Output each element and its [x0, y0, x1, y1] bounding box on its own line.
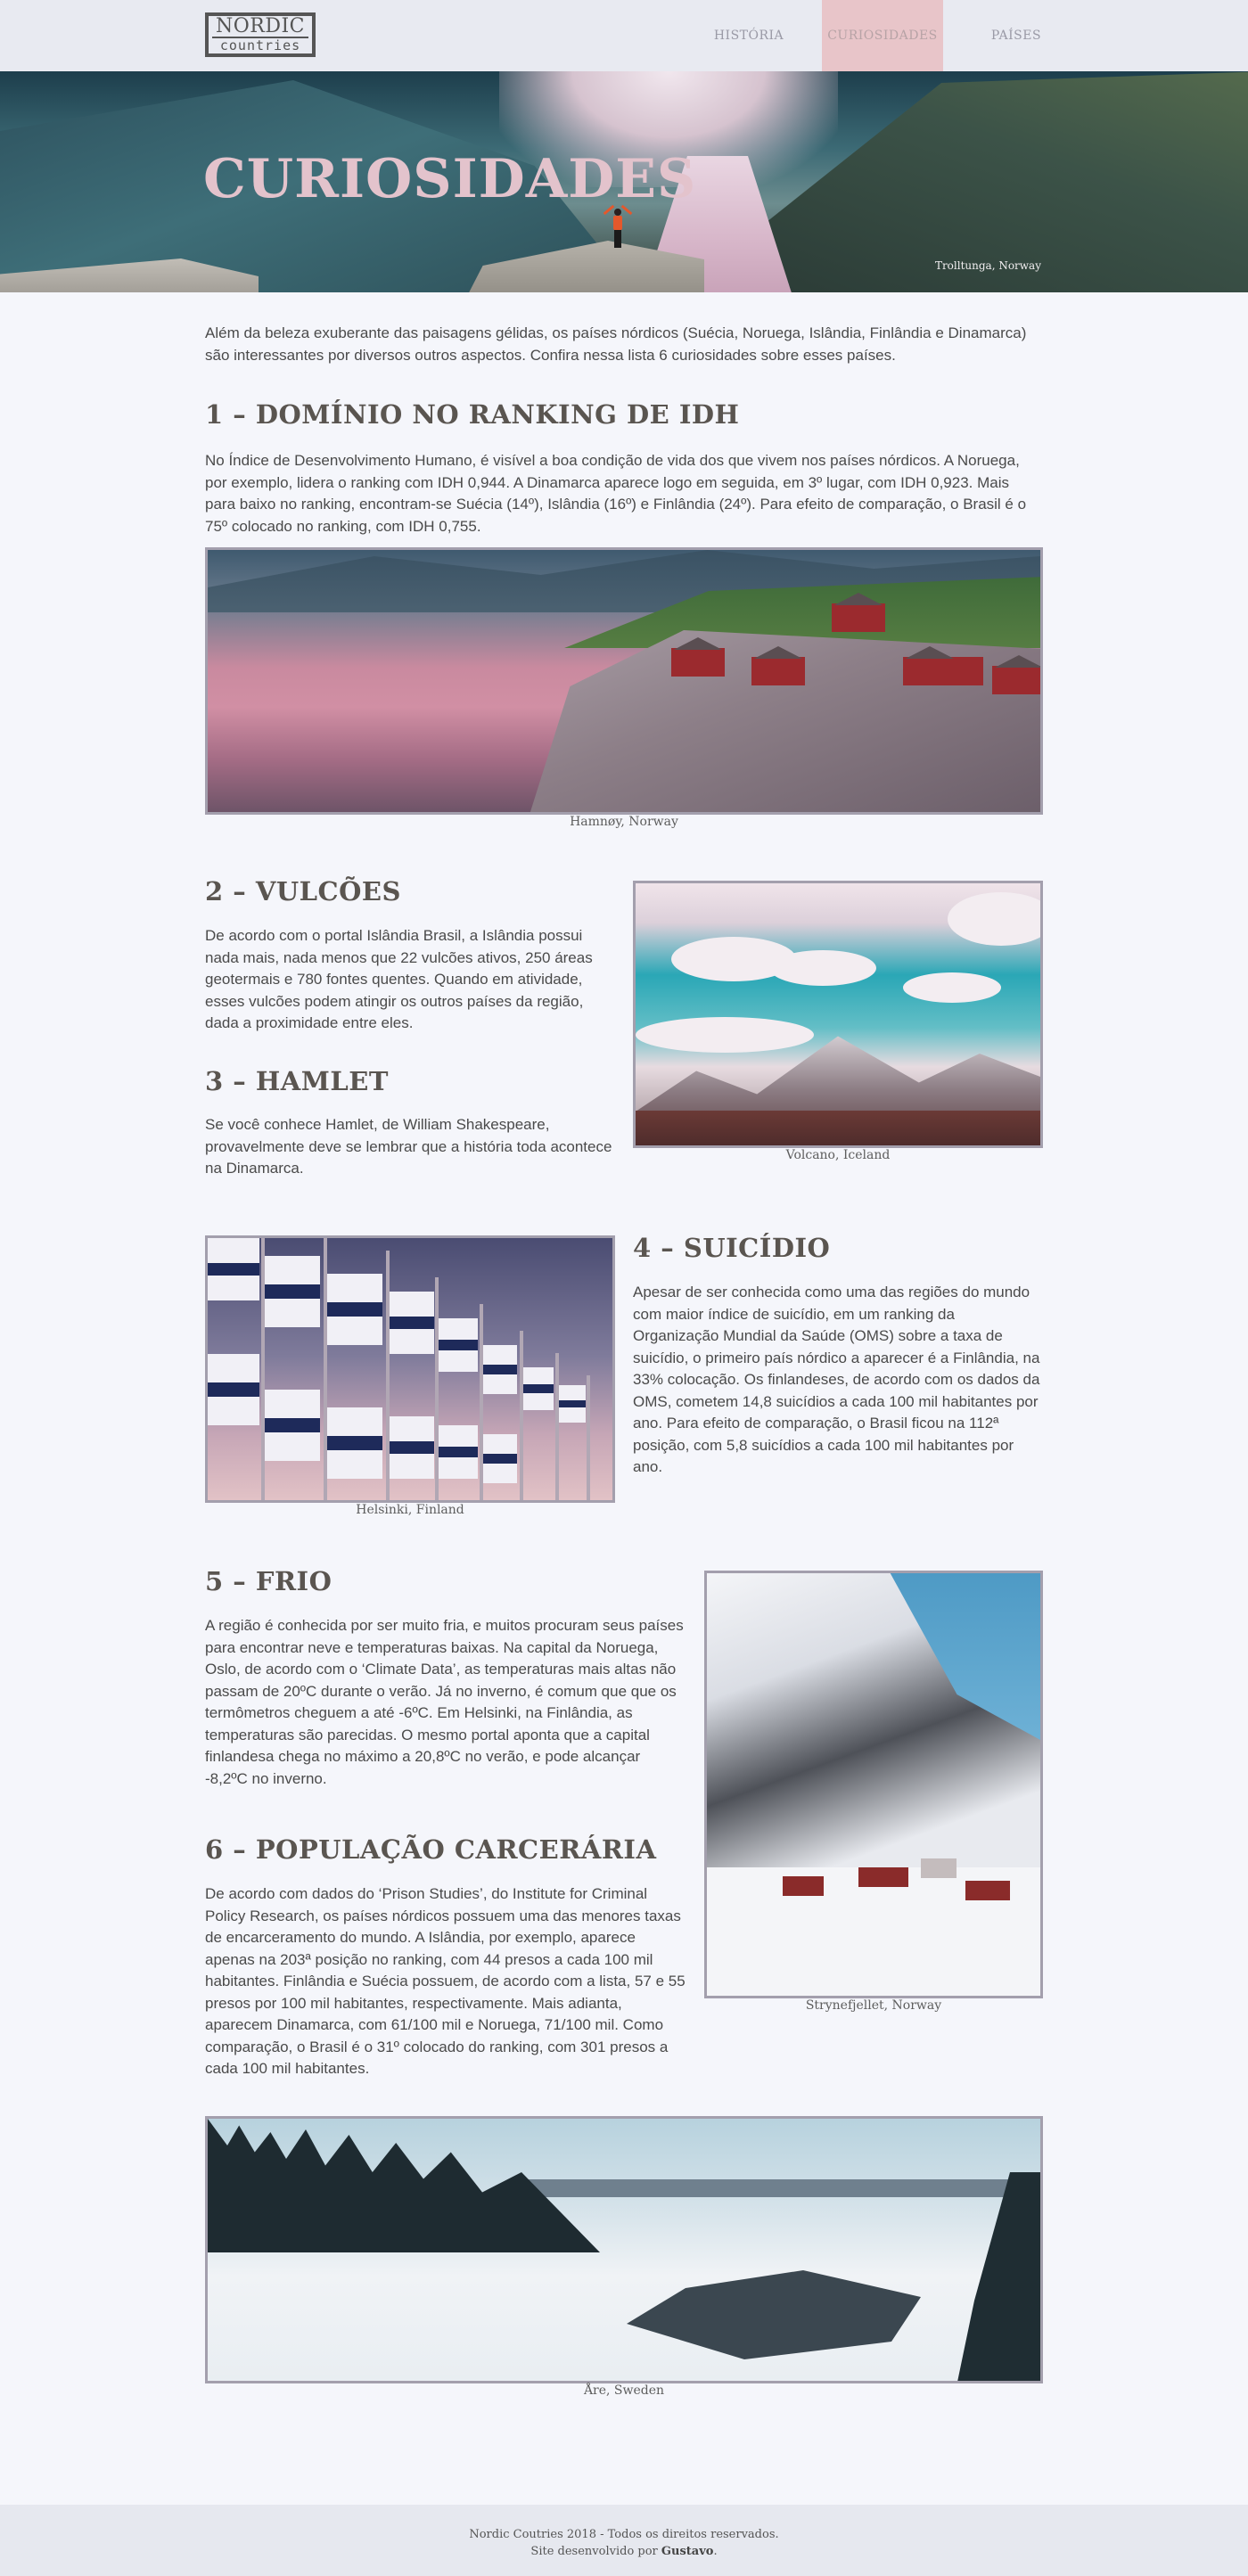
- section-3-text: Se você conhece Hamlet, de William Shake…: [205, 1116, 612, 1177]
- nav-historia[interactable]: HISTÓRIA: [691, 0, 807, 71]
- footer-credit-prefix: Site desenvolvido por: [530, 2545, 661, 2558]
- intro-text: Além da beleza exuberante das paisagens …: [205, 324, 1027, 364]
- page-title: CURIOSIDADES: [203, 148, 697, 210]
- section-6-title: 6 – POPULAÇÃO CARCERÁRIA: [205, 1834, 657, 1865]
- section-1-title: 1 – DOMÍNIO NO RANKING DE IDH: [205, 399, 740, 430]
- section-5-text: A região é conhecida por ser muito fria,…: [205, 1617, 684, 1787]
- section-2-text: De acordo com o portal Islândia Brasil, …: [205, 927, 593, 1031]
- section-4-title: 4 – SUICÍDIO: [633, 1233, 831, 1263]
- hero-caption: Trolltunga, Norway: [934, 259, 1041, 272]
- hero-banner: CURIOSIDADES Trolltunga, Norway: [0, 71, 1248, 292]
- nav-paises[interactable]: PAÍSES: [958, 0, 1074, 71]
- section-2-title: 2 – VULCÕES: [205, 876, 401, 907]
- caption-are: Åre, Sweden: [583, 2383, 665, 2398]
- caption-flags: Helsinki, Finland: [356, 1503, 464, 1517]
- image-volcano: [633, 881, 1043, 1148]
- logo-line1: NORDIC: [215, 15, 305, 37]
- site-footer: Nordic Coutries 2018 - Todos os direitos…: [0, 2505, 1248, 2576]
- image-are: [205, 2116, 1043, 2383]
- hero-person: [603, 204, 633, 248]
- nav-curiosidades[interactable]: CURIOSIDADES: [822, 0, 943, 71]
- footer-copyright: Nordic Coutries 2018 - Todos os direitos…: [469, 2528, 779, 2541]
- section-1-text: No Índice de Desenvolvimento Humano, é v…: [205, 452, 1027, 535]
- image-flags: [205, 1235, 615, 1503]
- caption-strynefjellet: Strynefjellet, Norway: [805, 1998, 942, 2013]
- site-header: NORDIC countries HISTÓRIA CURIOSIDADES P…: [0, 0, 1248, 71]
- caption-volcano: Volcano, Iceland: [785, 1148, 891, 1162]
- logo-line2: countries: [212, 37, 308, 53]
- footer-credit-suffix: .: [713, 2545, 718, 2558]
- section-3-title: 3 – HAMLET: [205, 1066, 389, 1096]
- logo[interactable]: NORDIC countries: [205, 12, 316, 57]
- caption-hamnoy: Hamnøy, Norway: [570, 815, 678, 829]
- footer-author: Gustavo: [661, 2545, 714, 2558]
- image-hamnoy: [205, 547, 1043, 815]
- image-strynefjellet: [704, 1571, 1043, 1998]
- section-4-text: Apesar de ser conhecida como uma das reg…: [633, 1284, 1040, 1475]
- section-5-title: 5 – FRIO: [205, 1566, 333, 1596]
- section-6-text: De acordo com dados do ‘Prison Studies’,…: [205, 1885, 686, 2077]
- footer-credit: Site desenvolvido por Gustavo.: [0, 2543, 1248, 2560]
